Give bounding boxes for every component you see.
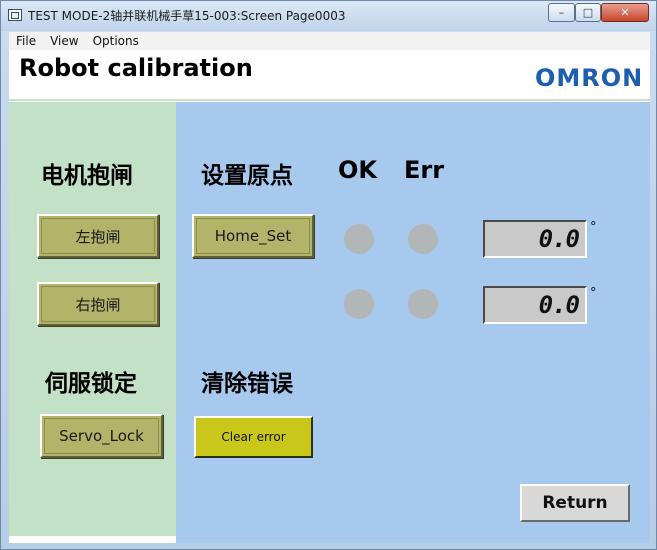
- title-bar[interactable]: TEST MODE-2轴并联机械手草15-003:Screen Page0003…: [1, 1, 656, 31]
- close-button[interactable]: ✕: [601, 3, 649, 22]
- left-panel: 电机抱闸 左抱闸 右抱闸 伺服锁定 Servo_Lock: [9, 102, 176, 536]
- menu-file[interactable]: File: [9, 34, 43, 48]
- home-set-button[interactable]: Home_Set: [192, 214, 314, 258]
- ok-column-label: OK: [338, 156, 377, 184]
- window-title: TEST MODE-2轴并联机械手草15-003:Screen Page0003: [28, 9, 346, 23]
- angle-unit-1: °: [590, 220, 597, 235]
- page-header: Robot calibration OMRON: [9, 50, 650, 101]
- minimize-button[interactable]: –: [548, 3, 575, 22]
- left-brake-button-label: 左抱闸: [75, 227, 121, 246]
- app-icon: [8, 9, 22, 21]
- right-brake-button-label: 右抱闸: [75, 295, 121, 314]
- set-origin-label: 设置原点: [201, 162, 293, 189]
- home-set-button-label: Home_Set: [214, 227, 292, 245]
- servo-lock-button[interactable]: Servo_Lock: [40, 414, 163, 458]
- menu-bar: File View Options: [9, 32, 650, 50]
- menu-view[interactable]: View: [43, 34, 85, 48]
- err-column-label: Err: [404, 156, 445, 184]
- err-indicator-1: [408, 224, 438, 254]
- ok-indicator-1: [344, 224, 374, 254]
- angle-unit-2: °: [590, 286, 597, 301]
- menu-options[interactable]: Options: [86, 34, 146, 48]
- servo-lock-button-label: Servo_Lock: [59, 427, 144, 445]
- page-title: Robot calibration: [19, 54, 253, 82]
- servo-lock-label: 伺服锁定: [45, 370, 137, 397]
- right-brake-button[interactable]: 右抱闸: [37, 282, 159, 326]
- return-button[interactable]: Return: [520, 484, 630, 522]
- app-window: TEST MODE-2轴并联机械手草15-003:Screen Page0003…: [0, 0, 657, 550]
- motor-brake-label: 电机抱闸: [41, 162, 133, 189]
- angle-readout-1: 0.0: [483, 220, 587, 258]
- clear-error-label: 清除错误: [201, 370, 293, 397]
- err-indicator-2: [408, 289, 438, 319]
- main-panel: 设置原点 OK Err Home_Set 0.0 ° 0.0 ° 清除错误 Cl…: [176, 102, 650, 543]
- screen-page: Robot calibration OMRON 电机抱闸 左抱闸 右抱闸 伺服锁…: [9, 50, 650, 543]
- maximize-button[interactable]: □: [575, 3, 601, 22]
- ok-indicator-2: [344, 289, 374, 319]
- clear-error-button[interactable]: Clear error: [194, 416, 313, 458]
- angle-readout-2: 0.0: [483, 286, 587, 324]
- left-brake-button[interactable]: 左抱闸: [37, 214, 159, 258]
- omron-logo: OMRON: [535, 64, 644, 92]
